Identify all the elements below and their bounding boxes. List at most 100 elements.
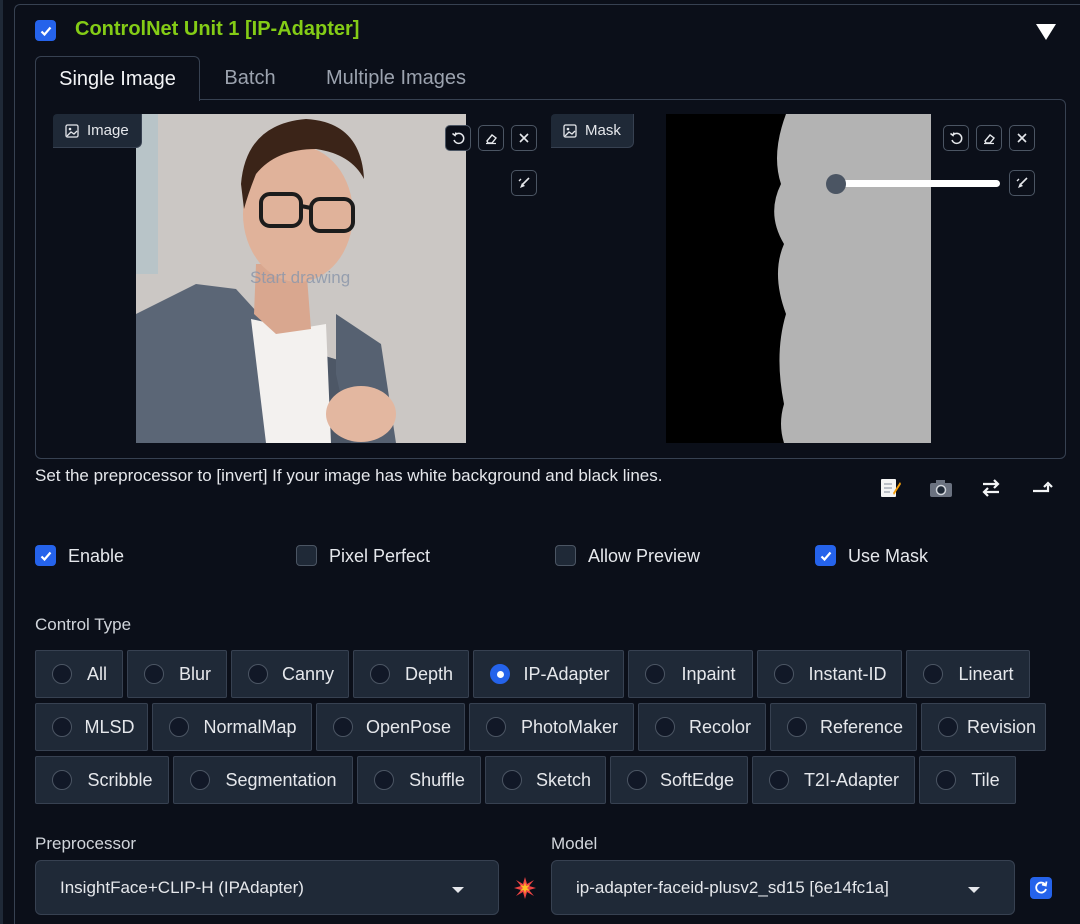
control-type-depth-label: Depth <box>404 663 454 684</box>
collapse-arrow-icon[interactable] <box>1036 24 1056 40</box>
radio-button[interactable] <box>938 717 958 737</box>
control-type-blur[interactable]: Blur <box>127 650 227 698</box>
undo-icon <box>452 132 465 145</box>
control-type-photomaker[interactable]: PhotoMaker <box>469 703 634 751</box>
check-icon <box>40 551 51 561</box>
image-clear-button[interactable] <box>511 125 537 151</box>
control-type-canny[interactable]: Canny <box>231 650 349 698</box>
close-icon <box>519 133 529 143</box>
radio-button[interactable] <box>169 717 189 737</box>
radio-button[interactable] <box>936 770 956 790</box>
radio-button[interactable] <box>486 717 506 737</box>
use-mask-checkbox[interactable] <box>815 545 836 566</box>
control-type-mlsd[interactable]: MLSD <box>35 703 148 751</box>
image-brush-button[interactable] <box>511 170 537 196</box>
radio-button[interactable] <box>655 717 675 737</box>
control-type-ip-adapter[interactable]: IP-Adapter <box>473 650 624 698</box>
brush-size-slider-thumb[interactable] <box>826 174 846 194</box>
radio-button[interactable] <box>333 717 353 737</box>
model-value: ip-adapter-faceid-plusv2_sd15 [6e14fc1a] <box>576 877 889 897</box>
image-label: Image <box>53 114 142 148</box>
check-icon <box>820 551 831 561</box>
control-type-ip-adapter-label: IP-Adapter <box>523 663 610 684</box>
tab-multiple-images[interactable]: Multiple Images <box>305 56 487 100</box>
tab-single-image[interactable]: Single Image <box>35 56 200 101</box>
mask-brush-button[interactable] <box>1009 170 1035 196</box>
image-undo-button[interactable] <box>445 125 471 151</box>
mask-undo-button[interactable] <box>943 125 969 151</box>
radio-button[interactable] <box>144 664 164 684</box>
pixel-perfect-checkbox[interactable] <box>296 545 317 566</box>
camera-button[interactable] <box>928 476 954 500</box>
mask-clear-button[interactable] <box>1009 125 1035 151</box>
check-icon <box>40 26 51 36</box>
control-type-shuffle[interactable]: Shuffle <box>357 756 481 804</box>
swap-button[interactable] <box>978 476 1004 500</box>
model-label: Model <box>551 834 598 853</box>
control-type-reference[interactable]: Reference <box>770 703 917 751</box>
allow-preview-checkbox[interactable] <box>555 545 576 566</box>
control-type-scribble[interactable]: Scribble <box>35 756 169 804</box>
eraser-icon <box>984 134 995 145</box>
pixel-perfect-label[interactable]: Pixel Perfect <box>329 546 430 567</box>
radio-button[interactable] <box>774 664 794 684</box>
radio-button[interactable] <box>52 664 72 684</box>
radio-button[interactable] <box>52 770 72 790</box>
radio-button[interactable] <box>645 664 665 684</box>
control-type-openpose[interactable]: OpenPose <box>316 703 465 751</box>
control-type-revision[interactable]: Revision <box>921 703 1046 751</box>
brush-icon <box>518 177 530 188</box>
unit-title[interactable]: ControlNet Unit 1 [IP-Adapter] <box>75 18 359 41</box>
run-preprocessor-button[interactable] <box>513 876 537 900</box>
allow-preview-label[interactable]: Allow Preview <box>588 546 700 567</box>
mask-canvas[interactable] <box>666 114 931 443</box>
control-type-normalmap-label: NormalMap <box>203 716 297 737</box>
image-eraser-button[interactable] <box>478 125 504 151</box>
enable-checkbox[interactable] <box>35 545 56 566</box>
control-type-segmentation-label: Segmentation <box>225 769 337 790</box>
control-type-softedge[interactable]: SoftEdge <box>610 756 748 804</box>
control-type-recolor[interactable]: Recolor <box>638 703 766 751</box>
unit-enable-checkbox[interactable] <box>35 20 56 41</box>
brush-size-slider-track[interactable] <box>836 180 1000 187</box>
notepad-button[interactable] <box>877 476 903 500</box>
control-type-instant-id[interactable]: Instant-ID <box>757 650 902 698</box>
radio-button[interactable] <box>787 717 807 737</box>
image-icon <box>563 123 577 138</box>
control-type-softedge-label: SoftEdge <box>659 769 735 790</box>
radio-button[interactable] <box>502 770 522 790</box>
radio-button[interactable] <box>923 664 943 684</box>
control-type-tile[interactable]: Tile <box>919 756 1016 804</box>
control-type-inpaint[interactable]: Inpaint <box>628 650 753 698</box>
radio-button[interactable] <box>52 717 72 737</box>
control-type-lineart[interactable]: Lineart <box>906 650 1030 698</box>
enable-label[interactable]: Enable <box>68 546 124 567</box>
chevron-down-icon <box>452 887 464 893</box>
radio-button[interactable] <box>370 664 390 684</box>
control-type-t2i-adapter[interactable]: T2I-Adapter <box>752 756 915 804</box>
control-type-recolor-label: Recolor <box>688 716 752 737</box>
control-type-sketch[interactable]: Sketch <box>485 756 606 804</box>
control-type-all[interactable]: All <box>35 650 123 698</box>
radio-button[interactable] <box>627 770 647 790</box>
control-type-segmentation[interactable]: Segmentation <box>173 756 353 804</box>
radio-button[interactable] <box>248 664 268 684</box>
mask-label-text: Mask <box>585 122 621 139</box>
eraser-icon <box>486 134 497 145</box>
use-mask-label[interactable]: Use Mask <box>848 546 928 567</box>
send-dimensions-button[interactable] <box>1029 476 1055 500</box>
radio-button-selected[interactable] <box>490 664 510 684</box>
control-type-shuffle-label: Shuffle <box>409 769 465 790</box>
control-type-depth[interactable]: Depth <box>353 650 469 698</box>
radio-button[interactable] <box>769 770 789 790</box>
control-type-inpaint-label: Inpaint <box>681 663 736 684</box>
control-type-revision-label: Revision <box>966 716 1037 737</box>
tab-batch[interactable]: Batch <box>205 56 295 100</box>
refresh-models-button[interactable] <box>1030 877 1052 899</box>
mask-eraser-button[interactable] <box>976 125 1002 151</box>
control-type-normalmap[interactable]: NormalMap <box>152 703 312 751</box>
radio-button[interactable] <box>374 770 394 790</box>
radio-button[interactable] <box>190 770 210 790</box>
preprocessor-dropdown[interactable]: InsightFace+CLIP-H (IPAdapter) <box>35 860 499 915</box>
model-dropdown[interactable]: ip-adapter-faceid-plusv2_sd15 [6e14fc1a] <box>551 860 1015 915</box>
